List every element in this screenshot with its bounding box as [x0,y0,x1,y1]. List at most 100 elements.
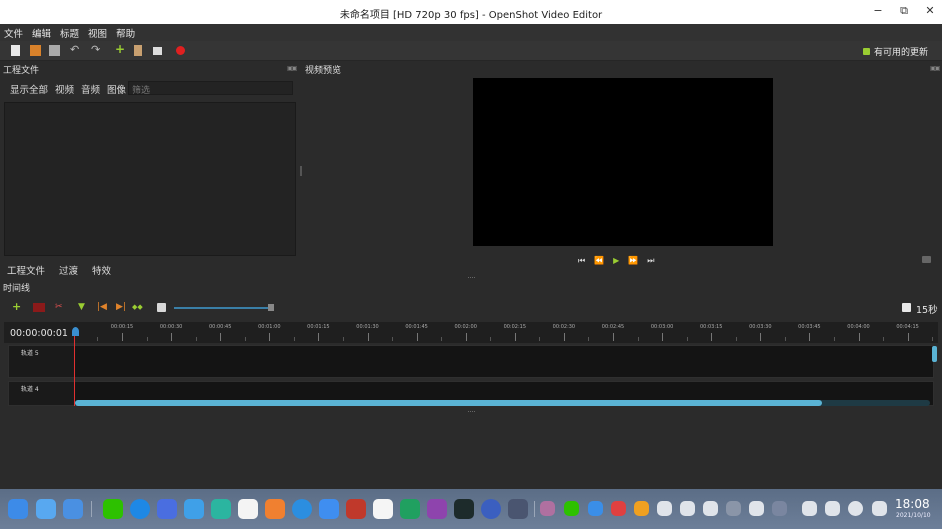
filter-video[interactable]: 视频 [55,82,74,96]
jump-start-icon[interactable]: ⏮ [578,256,585,266]
close-button[interactable]: ✕ [920,4,940,20]
zoom-slider-handle[interactable] [268,304,274,311]
headset-icon[interactable] [481,499,501,519]
track-row[interactable]: 轨道 5 [8,345,934,378]
calendar-icon[interactable] [238,499,258,519]
notes-icon[interactable] [373,499,393,519]
tray-app-icon[interactable] [540,501,555,516]
launcher-icon[interactable] [8,499,28,519]
keyboard-icon[interactable] [726,501,741,516]
clock-time[interactable]: 18:08 [895,497,930,511]
ruler-tick [220,333,222,341]
ide-icon[interactable] [400,499,420,519]
menu-title[interactable]: 标题 [60,26,79,40]
center-playhead-icon[interactable]: ◆◆ [132,303,143,311]
tray-cloud-icon[interactable] [588,501,603,516]
track-header[interactable]: 轨道 5 [9,346,75,377]
timeline-vertical-scrollbar[interactable] [932,346,937,362]
timecode-display: 00:00:00:01 [10,328,68,339]
maximize-button[interactable]: ⧉ [894,4,914,20]
tab-effects[interactable]: 特效 [92,263,111,277]
filter-audio[interactable]: 音频 [81,82,100,96]
fullscreen-icon[interactable] [153,47,162,55]
menu-file[interactable]: 文件 [4,26,23,40]
filter-show-all[interactable]: 显示全部 [10,82,48,96]
music-icon[interactable] [211,499,231,519]
undo-icon[interactable]: ↶ [70,43,81,56]
tray-tool-icon[interactable] [634,501,649,516]
update-available[interactable]: 有可用的更新 [862,45,928,58]
trash-icon[interactable] [872,501,887,516]
filter-input[interactable]: 筛选 [128,81,293,96]
previous-marker-icon[interactable]: |◀ [97,302,107,312]
device-icon[interactable] [749,501,764,516]
editor-icon[interactable] [319,499,339,519]
browser-icon[interactable] [130,499,150,519]
add-track-icon[interactable]: + [12,300,21,313]
jump-end-icon[interactable]: ⏭ [647,256,654,266]
tab-transitions[interactable]: 过渡 [59,263,78,277]
choose-profile-icon[interactable] [134,45,142,56]
openshot-icon[interactable] [346,499,366,519]
notification-icon[interactable] [825,501,840,516]
wechat-icon[interactable] [103,499,123,519]
ruler-label: 00:03:30 [749,324,772,330]
zoom-slider[interactable] [174,307,274,309]
files-icon[interactable] [157,499,177,519]
splitter-grip-icon[interactable] [468,411,475,412]
tray-wechat-icon[interactable] [564,501,579,516]
minimize-button[interactable]: − [868,4,888,20]
file-manager-icon[interactable] [63,499,83,519]
redo-icon[interactable]: ↷ [91,43,102,56]
power-icon[interactable] [848,501,863,516]
paint-icon[interactable] [427,499,447,519]
settings-icon[interactable] [292,499,312,519]
playhead-handle[interactable] [72,327,79,336]
ruler-label: 00:04:00 [847,324,870,330]
timeline-horizontal-scrollbar[interactable] [75,400,822,406]
zoom-out-icon[interactable] [157,303,166,312]
track-header[interactable]: 轨道 4 [9,382,75,405]
file-filter-tabs: 显示全部 视频 音频 图像 [10,82,126,96]
project-files-list[interactable] [4,102,296,256]
export-video-icon[interactable] [176,46,185,55]
filter-image[interactable]: 图像 [107,82,126,96]
save-project-icon[interactable] [49,45,60,56]
network-icon[interactable] [680,501,695,516]
expand-tray-icon[interactable] [772,501,787,516]
rewind-icon[interactable]: ⏪ [594,256,604,266]
import-files-icon[interactable]: + [115,42,126,56]
menu-help[interactable]: 帮助 [116,26,135,40]
timeline-ruler[interactable]: 00:00:15 00:00:30 00:00:45 00:01:00 00:01:15… [75,322,935,343]
volume-icon[interactable] [657,501,672,516]
splitter-grip-icon[interactable] [468,277,475,278]
photos-icon[interactable] [184,499,204,519]
preview-float-icon[interactable]: ▣▣ [930,65,940,72]
battery-icon[interactable] [703,501,718,516]
play-icon[interactable]: ▶ [613,256,619,266]
open-project-icon[interactable] [30,45,41,56]
ruler-tick [637,337,639,341]
next-marker-icon[interactable]: ▶| [116,302,126,312]
tray-record-icon[interactable] [611,501,626,516]
multitask-icon[interactable] [36,499,56,519]
panel-float-icon[interactable]: ▣▣ [287,65,297,72]
panel-splitter[interactable] [300,166,302,176]
ruler-tick [122,333,123,341]
app-store-icon[interactable] [265,499,285,519]
terminal-icon[interactable] [454,499,474,519]
video-preview-title: 视频预览 [305,66,342,76]
camera-icon[interactable] [922,256,931,263]
menu-view[interactable]: 视图 [88,26,107,40]
razor-icon[interactable]: ✂ [55,302,63,312]
ruler-label: 00:02:45 [601,324,625,330]
new-project-icon[interactable] [11,45,20,56]
screenshot-icon[interactable] [802,501,817,516]
ruler-label: 00:02:15 [503,324,527,330]
fast-forward-icon[interactable]: ⏩ [628,256,638,266]
add-marker-icon[interactable]: ▼ [78,302,85,312]
app-icon[interactable] [508,499,528,519]
snapping-icon[interactable] [33,303,45,312]
menu-edit[interactable]: 编辑 [32,26,51,40]
tab-project-files[interactable]: 工程文件 [7,263,45,277]
